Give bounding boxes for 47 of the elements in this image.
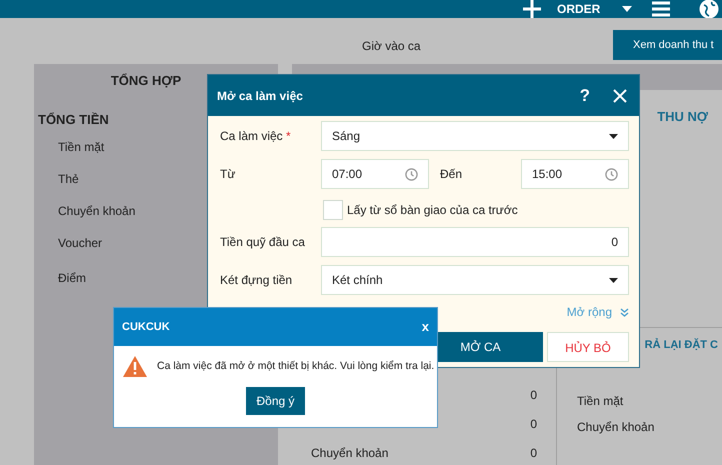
alert-title: CUKCUK	[122, 320, 170, 335]
summary-item: Tiền mặt	[58, 140, 104, 154]
summary-item: Điểm	[58, 271, 86, 285]
clock-icon	[405, 168, 418, 180]
caret-icon	[609, 278, 618, 282]
amount-value: 0	[530, 416, 537, 433]
amount-value: 0	[530, 387, 537, 404]
close-icon[interactable]	[613, 88, 627, 102]
total-heading: TỔNG TIỀN	[38, 112, 109, 126]
debt-heading: THU NỢ	[657, 108, 708, 126]
select-field[interactable]: Két chính	[321, 265, 629, 295]
plus-icon[interactable]	[523, 0, 541, 18]
select-field[interactable]: Sáng	[321, 121, 629, 151]
field-label: Két đựng tiền	[220, 273, 292, 287]
summary-item: Voucher	[58, 236, 102, 250]
summary-item: Chuyển khoản	[58, 204, 136, 218]
required-mark: *	[286, 129, 291, 143]
help-button[interactable]: ?	[580, 82, 590, 108]
amount-value: 0	[530, 445, 537, 462]
refund-item: Chuyển khoản	[577, 420, 654, 434]
warning-icon	[123, 356, 147, 377]
dialog-title: Mở ca làm việc	[217, 88, 303, 104]
summary-item: Thẻ	[58, 172, 79, 186]
caret-icon[interactable]	[622, 6, 632, 12]
order-label[interactable]: ORDER	[557, 0, 600, 18]
cancel-button[interactable]: HỦY BỎ	[547, 332, 629, 362]
clock-icon	[605, 168, 618, 180]
double-chevron-icon	[620, 308, 629, 316]
field-label: Tiền quỹ đầu ca	[220, 234, 306, 251]
globe-icon[interactable]	[699, 0, 720, 18]
checkbox-label: Lấy từ sổ bàn giao của ca trước	[347, 202, 518, 219]
amount-label: Chuyển khoản	[311, 445, 388, 462]
refund-item: Tiền mặt	[577, 394, 624, 408]
menu-icon[interactable]	[652, 1, 670, 17]
caret-icon	[609, 134, 618, 138]
summary-title: TỔNG HỢP	[110, 73, 182, 88]
shift-time-label: Giờ vào ca	[362, 38, 421, 55]
field-label: Ca làm việc	[220, 129, 283, 143]
time-field[interactable]: 07:00	[321, 159, 429, 189]
view-revenue-button[interactable]: Xem doanh thu t	[613, 30, 722, 60]
field-label: Đến	[440, 166, 464, 183]
ok-button[interactable]: Đồng ý	[246, 387, 305, 415]
field-label: Từ	[220, 166, 236, 183]
refund-heading: RẢ LẠI ĐẶT C	[644, 337, 718, 353]
checkbox[interactable]	[323, 200, 343, 220]
time-field[interactable]: 15:00	[521, 159, 629, 189]
amount-field[interactable]: 0	[321, 227, 629, 257]
